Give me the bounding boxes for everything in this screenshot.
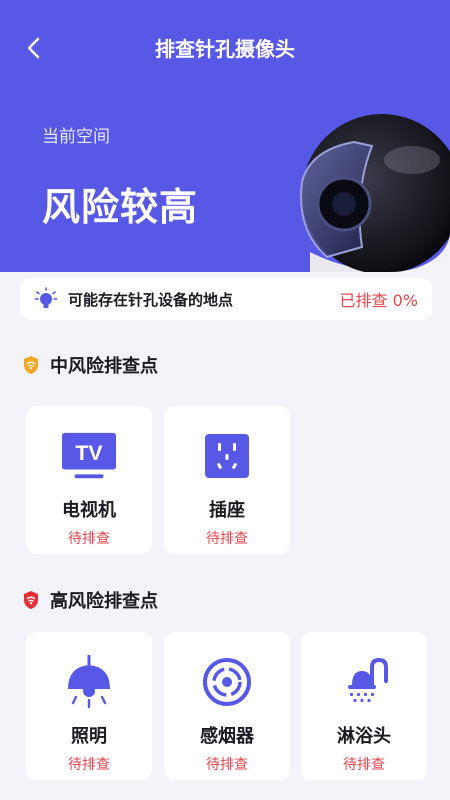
item-status: 待排查	[206, 757, 248, 773]
camera-illustration	[300, 114, 450, 272]
current-space-label: 当前空间	[42, 127, 110, 147]
shield-icon	[24, 356, 38, 374]
section-title-text: 高风险排查点	[50, 591, 158, 612]
item-status: 待排查	[206, 531, 248, 547]
check-item-socket[interactable]: 插座 待排查	[164, 406, 290, 554]
check-item-tv[interactable]: TV 电视机 待排查	[26, 406, 152, 554]
risk-level-text: 风险较高	[42, 185, 199, 229]
svg-text:TV: TV	[75, 441, 103, 465]
shower-icon	[336, 654, 392, 710]
item-status: 待排查	[68, 531, 110, 547]
medium-risk-section-title: 中风险排查点	[22, 352, 158, 378]
check-item-lamp[interactable]: 照明 待排查	[26, 632, 152, 780]
item-name: 淋浴头	[337, 726, 391, 747]
tv-icon: TV	[61, 428, 117, 484]
smoke-detector-icon	[199, 654, 255, 710]
item-name: 感烟器	[200, 726, 254, 747]
page-title: 排查针孔摄像头	[155, 37, 295, 61]
item-name: 电视机	[62, 500, 116, 521]
lightbulb-icon	[34, 287, 58, 308]
lamp-icon	[61, 654, 117, 710]
header-banner: 排查针孔摄像头 当前空间 风险较高	[0, 0, 450, 272]
check-item-smoke-detector[interactable]: 感烟器 待排查	[164, 632, 290, 780]
check-item-shower[interactable]: 淋浴头 待排查	[301, 632, 427, 780]
scan-progress-bar: 可能存在针孔设备的地点 已排查 0%	[20, 278, 432, 320]
shield-icon	[24, 591, 38, 609]
socket-icon	[199, 428, 255, 484]
info-text: 可能存在针孔设备的地点	[68, 290, 234, 309]
item-name: 照明	[71, 726, 107, 747]
section-title-text: 中风险排查点	[50, 356, 158, 377]
item-status: 待排查	[68, 757, 110, 773]
item-name: 插座	[209, 500, 245, 521]
scan-progress-text: 已排查 0%	[339, 291, 418, 310]
high-risk-section-title: 高风险排查点	[22, 587, 158, 613]
item-status: 待排查	[343, 757, 385, 773]
